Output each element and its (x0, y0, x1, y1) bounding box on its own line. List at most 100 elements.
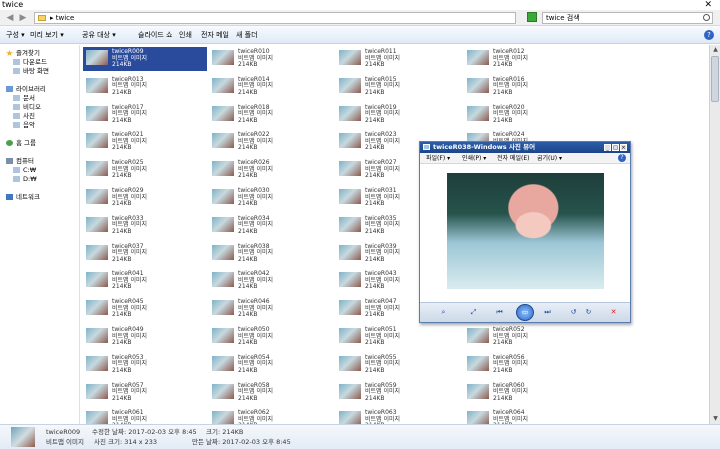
file-tile[interactable]: twiceR054 비트맵 이미지 214KB (209, 353, 333, 377)
share-with-button[interactable]: 공유 대상 ▾ (82, 31, 116, 40)
file-tile[interactable]: twiceR058 비트맵 이미지 214KB (209, 381, 333, 405)
sidebar-item-downloads[interactable]: 다운로드 (13, 58, 47, 66)
file-tile[interactable]: twiceR011 비트맵 이미지 214KB (336, 47, 460, 71)
search-input[interactable]: twice 검색 (542, 12, 713, 24)
file-tile[interactable]: twiceR026 비트맵 이미지 214KB (209, 158, 333, 182)
sidebar-item-music[interactable]: 음악 (13, 121, 35, 129)
file-tile[interactable]: twiceR022 비트맵 이미지 214KB (209, 130, 333, 154)
file-tile[interactable]: twiceR062비트맵 이미지214KB (209, 408, 333, 424)
file-tile[interactable]: twiceR033 비트맵 이미지 214KB (83, 214, 207, 238)
file-tile[interactable]: twiceR038 비트맵 이미지 214KB (209, 242, 333, 266)
slideshow-button[interactable]: 슬라이드 쇼 (138, 31, 172, 40)
sidebar-item-pictures[interactable]: 사진 (13, 112, 35, 120)
delete-icon[interactable]: ✕ (608, 307, 619, 318)
address-field[interactable]: ▸ twice (34, 12, 516, 24)
sidebar-item-drive-d[interactable]: D:₩ (13, 175, 37, 183)
viewer-help-icon[interactable]: ? (618, 154, 626, 162)
scroll-up-icon[interactable]: ▲ (710, 45, 720, 55)
organize-button[interactable]: 구성 ▾ (6, 31, 25, 40)
file-tile[interactable]: twiceR009 비트맵 이미지 214KB (83, 47, 207, 71)
file-tile[interactable]: twiceR034 비트맵 이미지 214KB (209, 214, 333, 238)
next-icon[interactable]: ⏭ (542, 307, 553, 318)
back-arrow-icon[interactable]: ◀ (4, 12, 16, 24)
help-icon[interactable]: ? (704, 30, 714, 40)
close-icon[interactable]: × (620, 144, 627, 151)
file-tile[interactable]: twiceR030 비트맵 이미지 214KB (209, 186, 333, 210)
file-tile[interactable]: twiceR057 비트맵 이미지 214KB (83, 381, 207, 405)
viewer-menu-file[interactable]: 파일(F) ▾ (426, 154, 450, 163)
file-tile[interactable]: twiceR013 비트맵 이미지 214KB (83, 75, 207, 99)
rotate-left-icon[interactable]: ↺ (568, 307, 579, 318)
new-folder-button[interactable]: 새 폴더 (236, 31, 258, 40)
file-tile[interactable]: twiceR063비트맵 이미지214KB (336, 408, 460, 424)
file-tile[interactable]: twiceR053 비트맵 이미지 214KB (83, 353, 207, 377)
file-tile[interactable]: twiceR017 비트맵 이미지 214KB (83, 103, 207, 127)
scroll-down-icon[interactable]: ▼ (710, 414, 720, 424)
file-tile[interactable]: twiceR042 비트맵 이미지 214KB (209, 269, 333, 293)
viewer-menu-print[interactable]: 인쇄(P) ▾ (462, 154, 486, 163)
scrollbar-thumb[interactable] (711, 56, 719, 102)
sidebar-item-favorites[interactable]: 즐겨찾기 (6, 49, 40, 57)
window-close-icon[interactable]: ✕ (704, 0, 712, 10)
file-tile[interactable]: twiceR020 비트맵 이미지 214KB (464, 103, 588, 127)
file-tile[interactable]: twiceR014 비트맵 이미지 214KB (209, 75, 333, 99)
sidebar-item-label: 즐겨찾기 (16, 49, 40, 57)
file-tile[interactable]: twiceR049 비트맵 이미지 214KB (83, 325, 207, 349)
viewer-menu-email[interactable]: 전자 메일(E) (497, 154, 529, 163)
actual-size-icon[interactable]: ⤢ (468, 307, 479, 318)
slideshow-icon[interactable]: ▭ (516, 304, 534, 321)
sidebar-item-homegroup[interactable]: 홈 그룹 (6, 139, 36, 147)
file-tile[interactable]: twiceR010 비트맵 이미지 214KB (209, 47, 333, 71)
file-tile[interactable]: twiceR025 비트맵 이미지 214KB (83, 158, 207, 182)
sidebar-item-libraries[interactable]: 라이브러리 (6, 85, 46, 93)
search-icon[interactable] (703, 14, 710, 21)
vertical-scrollbar[interactable]: ▲ ▼ (709, 45, 720, 424)
file-tile[interactable]: twiceR016 비트맵 이미지 214KB (464, 75, 588, 99)
file-tile[interactable]: twiceR056 비트맵 이미지 214KB (464, 353, 588, 377)
file-tile[interactable]: twiceR064비트맵 이미지214KB (464, 408, 588, 424)
file-tile[interactable]: twiceR012 비트맵 이미지 214KB (464, 47, 588, 71)
viewer-menu-burn[interactable]: 굽기(U) ▾ (537, 154, 562, 163)
file-size: 214KB (365, 144, 385, 152)
file-tile[interactable]: twiceR018 비트맵 이미지 214KB (209, 103, 333, 127)
sidebar-item-documents[interactable]: 문서 (13, 94, 35, 102)
maximize-icon[interactable]: □ (612, 144, 619, 151)
file-label: twiceR053 비트맵 이미지 214KB (112, 354, 147, 375)
zoom-icon[interactable]: ⌕ (438, 307, 449, 318)
file-tile[interactable]: twiceR061비트맵 이미지214KB (83, 408, 207, 424)
video-icon (13, 104, 20, 110)
preview-button[interactable]: 미리 보기 ▾ (30, 31, 64, 40)
file-size: 214KB (365, 88, 385, 96)
sidebar-item-drive-c[interactable]: C:₩ (13, 166, 36, 174)
file-tile[interactable]: twiceR045 비트맵 이미지 214KB (83, 297, 207, 321)
file-tile[interactable]: twiceR029 비트맵 이미지 214KB (83, 186, 207, 210)
file-tile[interactable]: twiceR055 비트맵 이미지 214KB (336, 353, 460, 377)
file-tile[interactable]: twiceR059 비트맵 이미지 214KB (336, 381, 460, 405)
computer-icon (6, 158, 13, 164)
file-tile[interactable]: twiceR046 비트맵 이미지 214KB (209, 297, 333, 321)
file-tile[interactable]: twiceR015 비트맵 이미지 214KB (336, 75, 460, 99)
pictures-icon (13, 113, 20, 119)
minimize-icon[interactable]: _ (604, 144, 611, 151)
sidebar-item-desktop[interactable]: 바탕 화면 (13, 67, 49, 75)
file-tile[interactable]: twiceR051 비트맵 이미지 214KB (336, 325, 460, 349)
file-tile[interactable]: twiceR021 비트맵 이미지 214KB (83, 130, 207, 154)
refresh-icon[interactable] (527, 12, 537, 22)
sidebar-item-network[interactable]: 네트워크 (6, 193, 40, 201)
file-thumbnail (212, 105, 234, 121)
viewer-titlebar[interactable]: twiceR038-Windows 사진 뷰어 _ □ × (420, 142, 630, 153)
file-tile[interactable]: twiceR041 비트맵 이미지 214KB (83, 269, 207, 293)
print-button[interactable]: 인쇄 (179, 31, 192, 40)
file-tile[interactable]: twiceR019 비트맵 이미지 214KB (336, 103, 460, 127)
rotate-right-icon[interactable]: ↻ (583, 307, 594, 318)
forward-arrow-icon[interactable]: ▶ (17, 12, 29, 24)
email-button[interactable]: 전자 메일 (201, 31, 229, 40)
file-tile[interactable]: twiceR052 비트맵 이미지 214KB (464, 325, 588, 349)
sidebar-item-videos[interactable]: 비디오 (13, 103, 41, 111)
file-tile[interactable]: twiceR060 비트맵 이미지 214KB (464, 381, 588, 405)
file-tile[interactable]: twiceR050 비트맵 이미지 214KB (209, 325, 333, 349)
sidebar-item-computer[interactable]: 컴퓨터 (6, 157, 34, 165)
detail-modified: 수정한 날짜: 2017-02-03 오후 8:45 (92, 428, 197, 436)
file-tile[interactable]: twiceR037 비트맵 이미지 214KB (83, 242, 207, 266)
previous-icon[interactable]: ⏮ (494, 307, 505, 318)
